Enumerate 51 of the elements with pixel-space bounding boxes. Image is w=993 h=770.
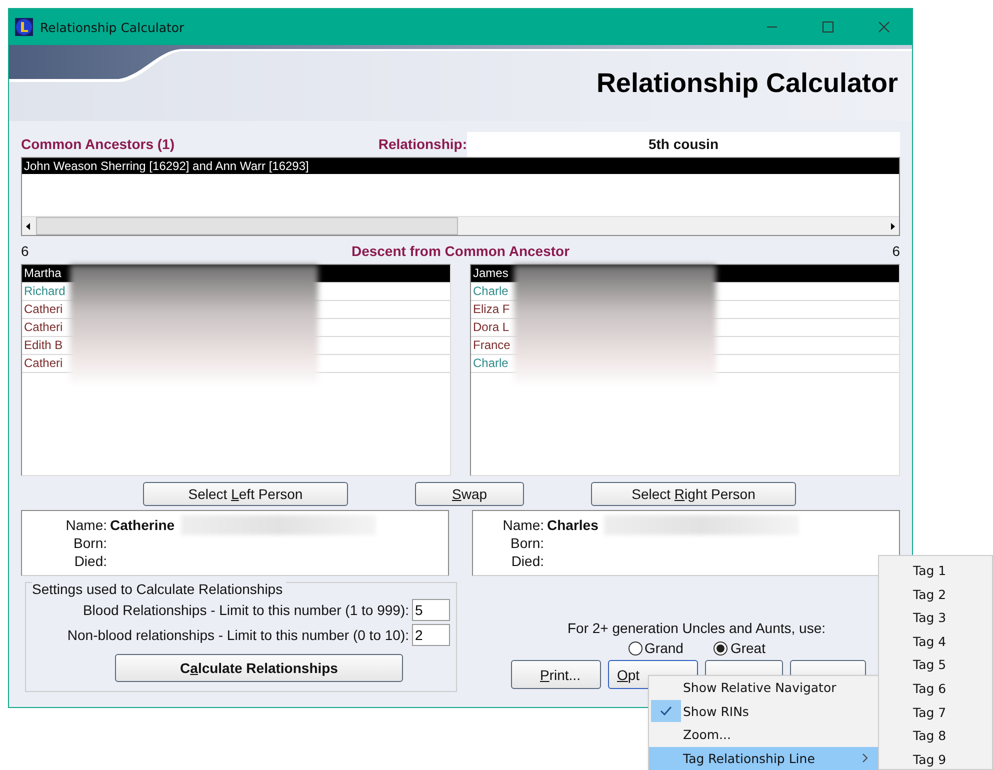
- person-name: Charles: [547, 517, 598, 533]
- born-label: Born:: [510, 535, 545, 551]
- horizontal-scrollbar[interactable]: [22, 216, 899, 235]
- menu-item[interactable]: Tag 5: [879, 653, 992, 677]
- menu-item[interactable]: Zoom...: [649, 723, 879, 746]
- menu-item[interactable]: Tag 9: [879, 748, 992, 770]
- window-title: Relationship Calculator: [40, 20, 184, 34]
- page-title: Relationship Calculator: [596, 68, 899, 98]
- dialog-button[interactable]: Print...: [511, 660, 601, 689]
- radio-icon[interactable]: [628, 640, 643, 656]
- relationship-value: 5th cousin: [467, 132, 900, 156]
- limit-label: Blood Relationships - Limit to this number (1 to 999):: [82, 602, 409, 618]
- left-count: 6: [21, 243, 29, 259]
- limit-label: Non-blood relationships - Limit to this number (0 to 10):: [67, 626, 409, 642]
- select-button[interactable]: Swap: [415, 482, 524, 506]
- menu-item[interactable]: Tag Relationship Line: [649, 746, 879, 770]
- menu-item[interactable]: Tag 2: [879, 582, 992, 606]
- menu-item[interactable]: Tag 3: [879, 606, 992, 630]
- menu-item[interactable]: Tag 4: [879, 630, 992, 654]
- radio-option[interactable]: Grand: [628, 640, 684, 656]
- close-icon[interactable]: [878, 21, 890, 33]
- maximize-icon[interactable]: [822, 21, 834, 33]
- person-name: Catherine: [110, 517, 175, 533]
- descent-title: Descent from Common Ancestor: [351, 243, 570, 259]
- radio-option[interactable]: Great: [713, 640, 766, 656]
- menu-item[interactable]: Tag 7: [879, 700, 992, 724]
- ancestor-row[interactable]: John Weason Sherring [16292] and Ann Warr [16293]: [22, 158, 899, 174]
- died-label: Died:: [510, 553, 545, 569]
- common-ancestors-label: Common Ancestors (1): [21, 136, 176, 152]
- born-label: Born:: [72, 535, 108, 551]
- app-logo-icon: [15, 18, 33, 36]
- select-button[interactable]: Select Right Person: [591, 482, 796, 506]
- menu-item[interactable]: Tag 6: [879, 676, 992, 701]
- limit-field[interactable]: 2: [412, 624, 450, 646]
- settings-title: Settings used to Calculate Relationships: [32, 581, 286, 597]
- check-icon: [651, 700, 681, 722]
- scrollbar-thumb[interactable]: [36, 217, 458, 235]
- calculate-button[interactable]: Calculate Relationships: [115, 654, 403, 682]
- menu-item[interactable]: Show RINs: [649, 700, 879, 723]
- menu-item[interactable]: Tag 8: [879, 724, 992, 748]
- name-label: Name:: [502, 517, 545, 533]
- died-label: Died:: [73, 553, 108, 569]
- relationship-label: Relationship:: [377, 136, 467, 152]
- uncles-label: For 2+ generation Uncles and Aunts, use:: [568, 620, 826, 636]
- name-label: Name:: [64, 517, 108, 533]
- chevron-icon: [861, 753, 869, 764]
- menu-item[interactable]: Tag 1: [879, 559, 992, 583]
- right-count: 6: [892, 243, 900, 259]
- limit-field[interactable]: 5: [412, 598, 450, 620]
- select-button[interactable]: Select Left Person: [143, 482, 348, 506]
- radio-icon[interactable]: [713, 640, 728, 656]
